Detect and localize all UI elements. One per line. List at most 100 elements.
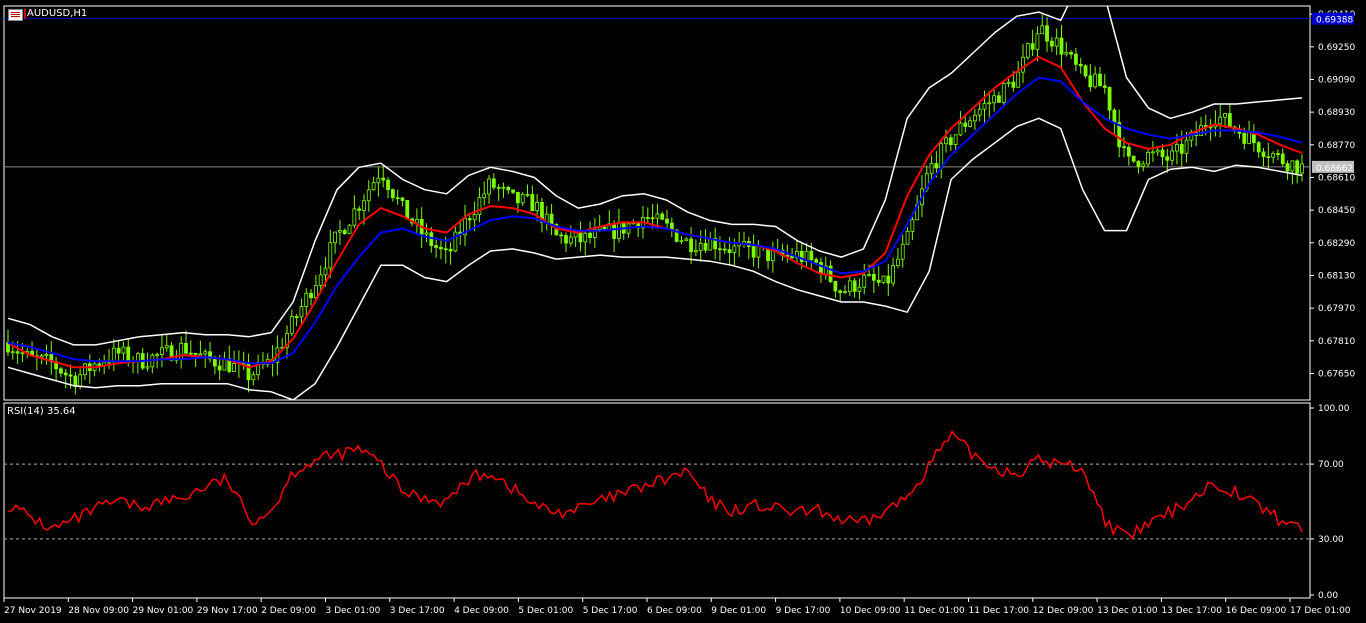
candle-body	[1098, 73, 1102, 87]
candle-body	[963, 122, 968, 127]
candle-body	[188, 352, 193, 355]
x-tick-label-18: 13 Dec 17:00	[1161, 606, 1222, 616]
candle-body	[1006, 81, 1011, 84]
candle-body	[1126, 146, 1131, 157]
candle-body	[929, 163, 934, 175]
candle-body	[155, 354, 160, 357]
candle-body	[1045, 25, 1049, 42]
chart-svg[interactable]: 0.694100.692500.690900.689300.687700.686…	[0, 0, 1366, 623]
candle-body	[900, 243, 905, 260]
candle-body	[472, 214, 477, 221]
candle-body	[1227, 113, 1232, 128]
x-tick-label-19: 16 Dec 09:00	[1226, 606, 1287, 616]
candle-body	[78, 374, 83, 387]
candle-body	[477, 197, 482, 215]
candle-body	[1025, 43, 1030, 58]
rsi-panel-frame	[3, 402, 1311, 599]
candle-body	[333, 231, 338, 244]
candle-body	[1223, 113, 1227, 118]
x-tick-label-6: 3 Dec 17:00	[390, 606, 445, 616]
candle-body	[10, 351, 15, 354]
x-tick-label-4: 2 Dec 09:00	[261, 606, 316, 616]
candle-body	[972, 114, 977, 122]
candle-body	[1285, 163, 1290, 172]
candle-body	[693, 250, 698, 253]
candle-body	[390, 189, 395, 199]
rsi-tick-label-2: 30.00	[1318, 535, 1344, 545]
candle-body	[958, 122, 963, 136]
price-tick-label-3: 0.68930	[1318, 108, 1355, 118]
candle-body	[68, 374, 73, 377]
candle-body	[1242, 132, 1247, 144]
price-tick-label-2: 0.69090	[1318, 75, 1355, 85]
candle-body	[564, 235, 568, 244]
x-tick-label-5: 3 Dec 01:00	[326, 606, 381, 616]
candle-body	[1078, 63, 1083, 67]
candle-body	[126, 346, 131, 362]
candle-body	[838, 290, 843, 294]
candle-body	[1280, 153, 1285, 165]
candle-body	[487, 178, 491, 195]
candle-body	[602, 226, 607, 230]
x-tick-label-20: 17 Dec 01:00	[1290, 606, 1351, 616]
candle-body	[857, 286, 862, 292]
candle-body	[313, 284, 318, 299]
candle-body	[232, 363, 236, 372]
price-tick-label-6: 0.68450	[1318, 206, 1355, 216]
candle-body	[294, 316, 299, 318]
x-tick-label-2: 29 Nov 01:00	[133, 606, 194, 616]
candle-body	[1030, 43, 1035, 50]
candle-body	[1054, 37, 1059, 47]
candle-body	[1059, 37, 1064, 55]
candle-body	[318, 274, 323, 286]
candle-body	[304, 292, 309, 307]
x-tick-label-0: 27 Nov 2019	[4, 606, 62, 616]
candle-body	[708, 237, 713, 251]
candle-body	[1131, 155, 1136, 162]
candle-body	[703, 243, 708, 251]
candle-body	[982, 102, 987, 110]
candle-body	[756, 246, 761, 258]
candle-body	[386, 179, 390, 191]
candle-body	[357, 208, 362, 211]
candle-body	[1074, 53, 1078, 65]
price-tick-label-8: 0.68130	[1318, 271, 1355, 281]
candle-body	[467, 218, 472, 221]
candle-body	[645, 217, 650, 219]
candle-body	[342, 230, 347, 235]
candle-body	[184, 342, 188, 354]
candle-body	[1165, 156, 1170, 161]
candle-body	[376, 177, 381, 184]
candle-body	[535, 202, 540, 212]
candle-body	[400, 197, 405, 201]
candle-body	[896, 258, 900, 266]
x-tick-label-11: 9 Dec 01:00	[711, 606, 766, 616]
candle-body	[352, 208, 357, 226]
candle-body	[987, 102, 992, 105]
candle-body	[506, 186, 511, 191]
candle-body	[650, 217, 655, 220]
candle-body	[843, 291, 847, 294]
candle-body	[992, 95, 997, 104]
candle-body	[1040, 25, 1045, 35]
candle-body	[876, 279, 881, 283]
rsi-tick-label-3: 0.00	[1318, 591, 1338, 601]
candle-body	[1295, 160, 1300, 174]
candle-body	[20, 352, 25, 355]
candle-body	[751, 246, 756, 258]
candle-body	[222, 358, 227, 371]
candle-body	[617, 222, 621, 239]
candle-body	[862, 274, 867, 288]
candle-body	[684, 238, 689, 242]
candle-body	[968, 120, 972, 127]
candle-body	[1276, 153, 1280, 155]
candle-body	[583, 232, 588, 243]
candle-body	[1049, 40, 1054, 47]
candle-body	[722, 248, 727, 251]
candle-body	[997, 95, 1001, 103]
candle-body	[1160, 149, 1165, 158]
candle-body	[698, 243, 703, 251]
price-tick-label-10: 0.67810	[1318, 337, 1355, 347]
candle-body	[1035, 33, 1040, 50]
candle-body	[145, 366, 150, 369]
